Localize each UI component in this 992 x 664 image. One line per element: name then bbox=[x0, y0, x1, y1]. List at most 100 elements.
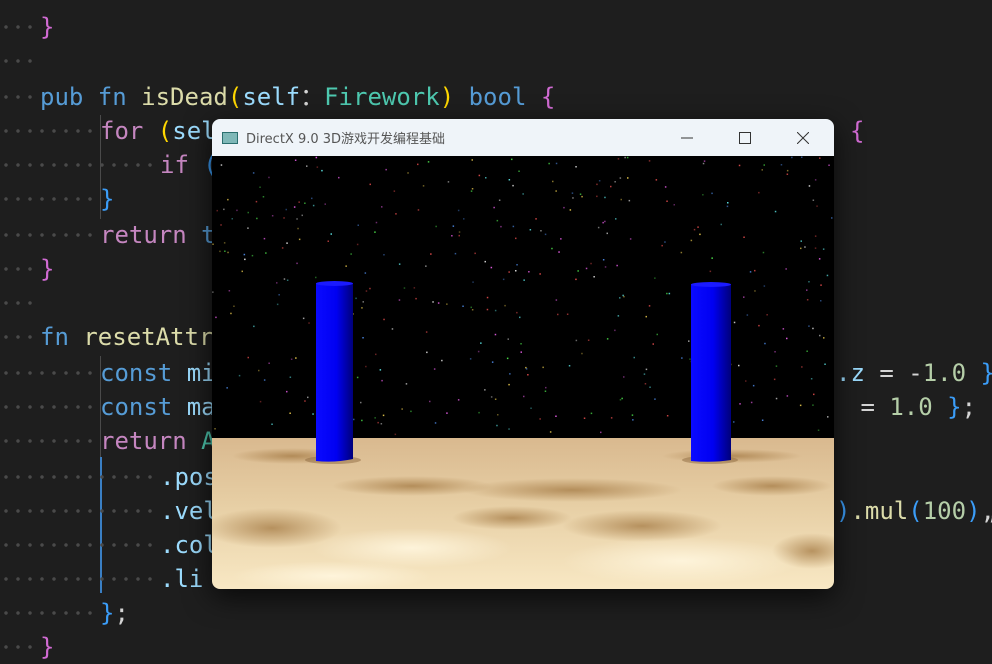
star bbox=[297, 227, 299, 230]
star bbox=[506, 357, 509, 360]
star bbox=[425, 331, 428, 333]
star bbox=[298, 238, 301, 241]
star bbox=[606, 232, 608, 235]
star bbox=[808, 281, 810, 283]
star bbox=[286, 390, 288, 393]
star bbox=[244, 258, 246, 261]
star bbox=[575, 339, 578, 342]
star bbox=[690, 239, 693, 242]
star bbox=[822, 248, 825, 250]
star bbox=[496, 219, 499, 222]
star bbox=[709, 270, 712, 273]
star bbox=[271, 215, 274, 217]
star bbox=[256, 217, 258, 220]
star bbox=[417, 163, 419, 166]
star bbox=[508, 179, 511, 181]
star bbox=[471, 159, 473, 161]
star bbox=[417, 209, 420, 211]
star bbox=[617, 158, 620, 160]
star bbox=[494, 309, 497, 312]
star bbox=[540, 230, 542, 232]
code-token: resetAttr bbox=[83, 323, 214, 351]
star bbox=[278, 294, 280, 296]
star bbox=[801, 366, 803, 368]
star bbox=[380, 423, 383, 425]
star bbox=[528, 271, 530, 273]
star bbox=[243, 253, 246, 256]
star bbox=[702, 162, 705, 165]
star bbox=[289, 376, 292, 378]
star bbox=[471, 309, 474, 311]
window-titlebar[interactable]: DirectX 9.0 3D游戏开发编程基础 bbox=[212, 119, 834, 156]
star bbox=[633, 356, 635, 359]
star bbox=[224, 250, 226, 252]
star bbox=[619, 399, 622, 401]
star bbox=[786, 169, 789, 172]
star bbox=[711, 192, 713, 195]
star bbox=[804, 246, 806, 248]
star bbox=[812, 327, 814, 330]
star bbox=[655, 179, 658, 181]
maximize-icon bbox=[739, 131, 751, 144]
code-line: }; bbox=[0, 596, 992, 630]
star bbox=[763, 164, 765, 166]
code-token: } bbox=[40, 633, 55, 661]
star bbox=[508, 428, 510, 430]
star bbox=[818, 258, 821, 260]
code-line: pub fn isDead(self：Firework) bool { bbox=[0, 80, 992, 114]
star bbox=[253, 325, 255, 328]
star bbox=[307, 396, 309, 399]
star bbox=[602, 259, 605, 261]
star bbox=[403, 287, 406, 289]
whitespace-dots bbox=[0, 390, 100, 424]
star bbox=[369, 183, 371, 186]
star bbox=[819, 157, 821, 159]
minimize-button[interactable] bbox=[658, 119, 716, 156]
star bbox=[470, 190, 473, 192]
code-text: .vel bbox=[160, 494, 218, 528]
star bbox=[817, 429, 820, 431]
close-button[interactable] bbox=[774, 119, 832, 156]
star bbox=[441, 359, 443, 362]
code-text: if ( bbox=[160, 148, 218, 182]
star bbox=[457, 399, 460, 401]
star bbox=[216, 209, 218, 212]
star bbox=[527, 374, 529, 376]
star bbox=[604, 266, 607, 268]
star bbox=[426, 351, 428, 354]
maximize-button[interactable] bbox=[716, 119, 774, 156]
star bbox=[754, 290, 756, 292]
star bbox=[606, 338, 609, 340]
star bbox=[230, 312, 232, 315]
star bbox=[377, 421, 379, 424]
star bbox=[255, 200, 258, 203]
star bbox=[360, 401, 362, 404]
directx-app-window[interactable]: DirectX 9.0 3D游戏开发编程基础 bbox=[212, 119, 834, 589]
star bbox=[808, 325, 810, 327]
star bbox=[281, 247, 284, 249]
code-token: 1.0 bbox=[922, 359, 967, 387]
star bbox=[241, 270, 243, 273]
star bbox=[353, 418, 355, 421]
star bbox=[568, 365, 571, 367]
star bbox=[470, 306, 472, 309]
star bbox=[786, 337, 788, 340]
star bbox=[738, 364, 740, 367]
star bbox=[356, 376, 359, 379]
sand-terrain bbox=[212, 438, 834, 589]
star bbox=[350, 253, 352, 255]
code-token: const bbox=[100, 359, 187, 387]
render-viewport[interactable] bbox=[212, 156, 834, 589]
star bbox=[410, 410, 412, 413]
whitespace-dots bbox=[0, 286, 40, 320]
code-line: } bbox=[0, 10, 992, 44]
star bbox=[236, 209, 238, 212]
star bbox=[587, 339, 590, 341]
code-token: self bbox=[242, 83, 301, 111]
star bbox=[469, 358, 472, 360]
whitespace-dots bbox=[0, 356, 100, 390]
star bbox=[338, 176, 340, 179]
star bbox=[743, 236, 745, 238]
code-text: return t bbox=[100, 218, 216, 252]
star bbox=[549, 431, 552, 433]
